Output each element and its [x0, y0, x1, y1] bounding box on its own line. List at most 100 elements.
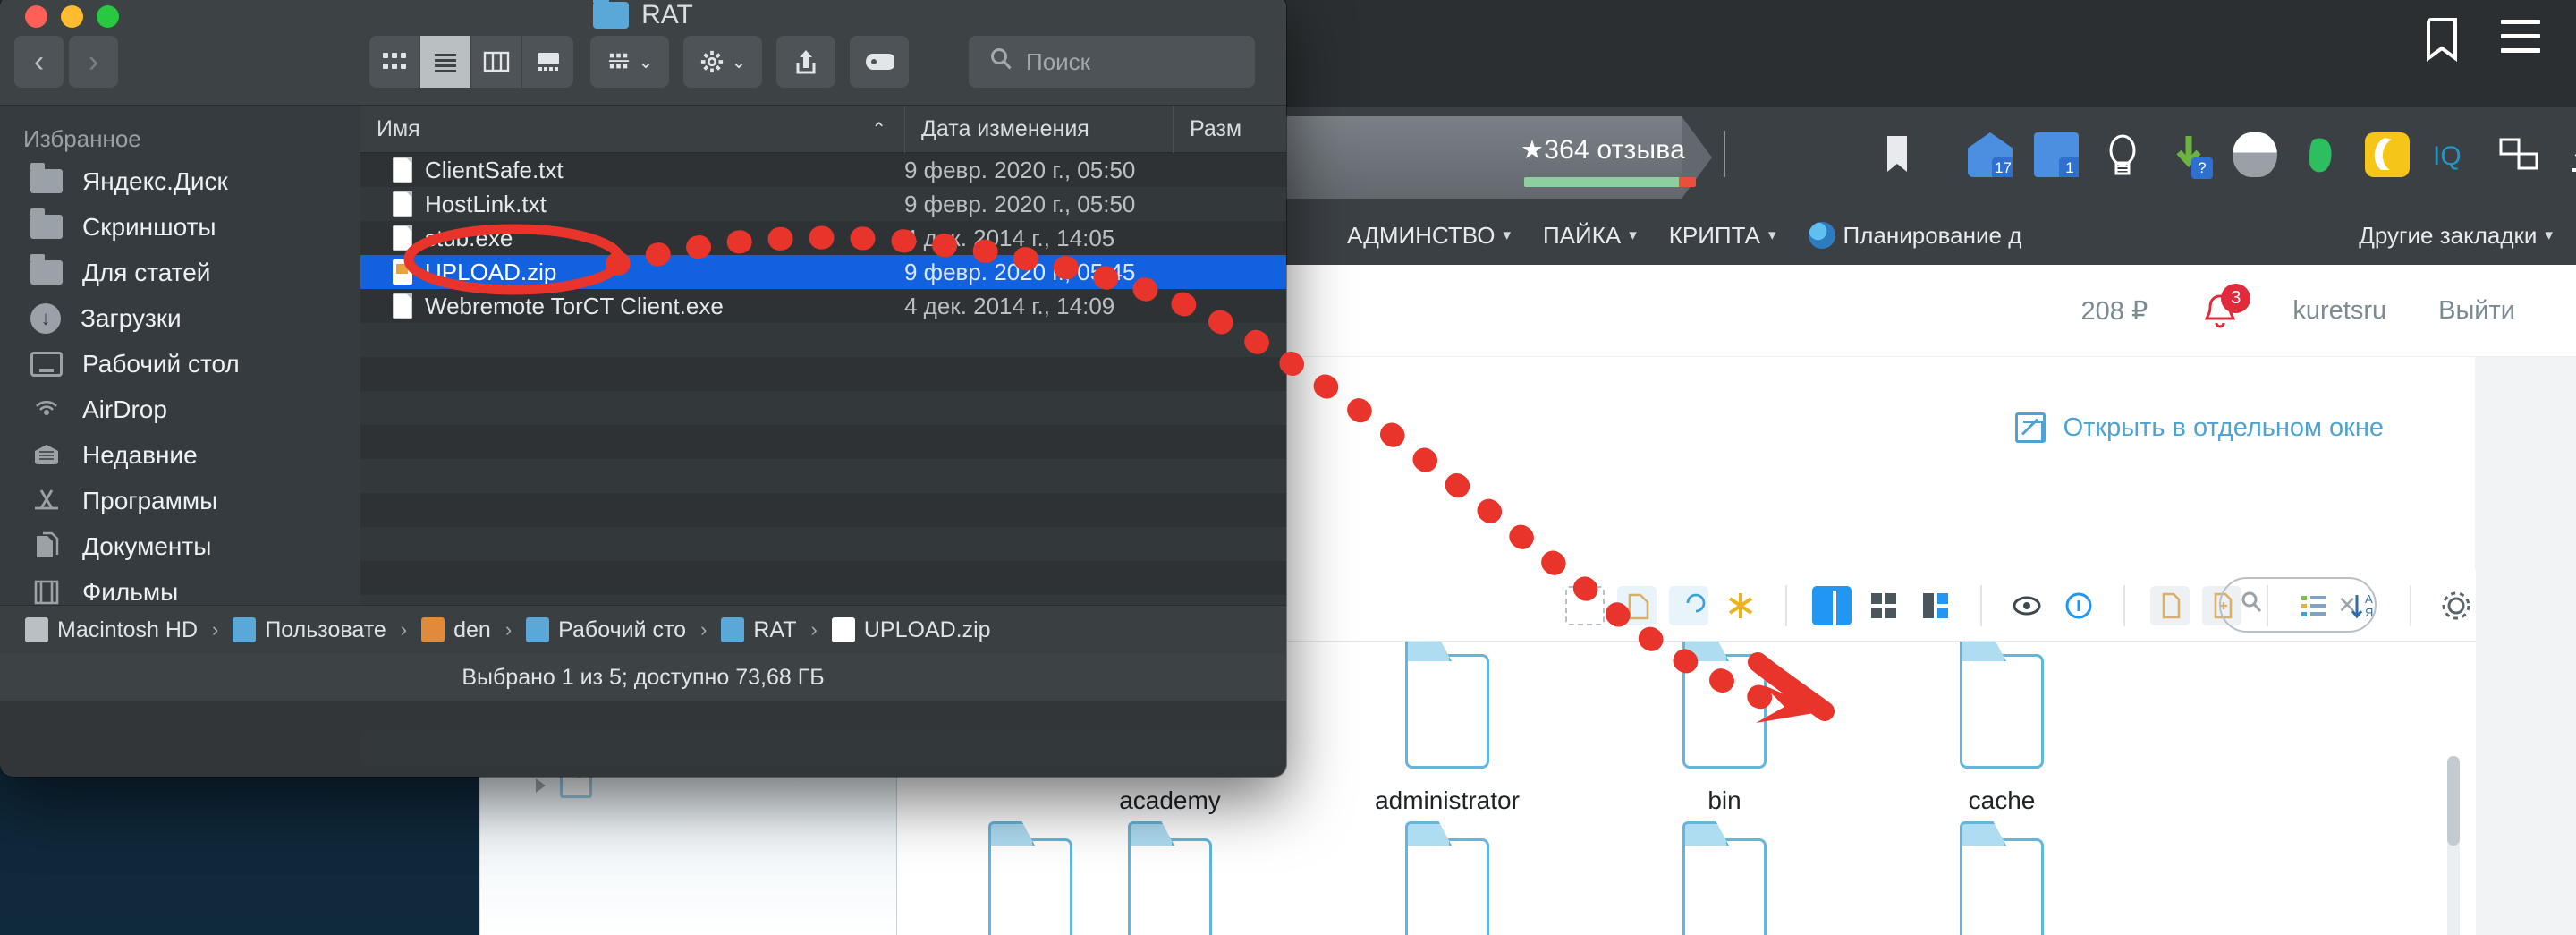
file-manager-scrollbar[interactable]: [2447, 756, 2460, 935]
close-icon[interactable]: ✕: [2337, 591, 2357, 619]
grid-folder-bin[interactable]: bin: [1595, 654, 1854, 815]
sidebar-item-label: Фильмы: [82, 577, 179, 606]
username-label[interactable]: kuretsru: [2292, 296, 2386, 326]
capsule-extension-icon[interactable]: [2233, 132, 2277, 177]
breadcrumb-item-rat[interactable]: RAT: [721, 617, 797, 643]
iq-extension-icon[interactable]: IQ: [2431, 132, 2476, 177]
extension-badge: 17: [1992, 157, 2012, 177]
bookmark-extension-icon[interactable]: 1: [2034, 132, 2079, 177]
bookmark-manager-icon[interactable]: [2423, 16, 2464, 63]
action-gear-button[interactable]: ⌄: [683, 36, 762, 88]
finder-toolbar: ‹ › ⌄ ⌄ Поиск: [0, 29, 1286, 106]
sidebar-item-applications[interactable]: Программы: [0, 478, 360, 523]
sidebar-item-recents[interactable]: Недавние: [0, 432, 360, 478]
navigation-buttons: ‹ ›: [14, 36, 118, 88]
table-row[interactable]: ClientSafe.txt 9 февр. 2020 г., 05:50: [360, 153, 1286, 187]
tags-button[interactable]: [850, 36, 909, 88]
info-icon[interactable]: [2059, 586, 2098, 625]
breadcrumb-item-den[interactable]: den: [421, 617, 491, 643]
bookmark-label: Планирование д: [1843, 221, 2022, 249]
breadcrumb-item-macintosh-hd[interactable]: Macintosh HD: [25, 617, 198, 643]
evernote-extension-icon[interactable]: [2299, 132, 2343, 177]
grid-folder-administrator[interactable]: administrator: [1318, 654, 1577, 815]
bookmark-folder-kripta[interactable]: КРИПТА ▾: [1653, 222, 1792, 250]
text-document-icon: [393, 191, 412, 217]
sidebar-item-documents[interactable]: Документы: [0, 523, 360, 569]
sidebar-item-desktop[interactable]: Рабочий стол: [0, 341, 360, 387]
grid-folder-row2-3[interactable]: [1318, 838, 1577, 935]
column-header-date[interactable]: Дата изменения: [904, 105, 1173, 153]
balance-amount: 208 ₽: [2080, 297, 2148, 326]
messenger-extension-icon[interactable]: 17: [1968, 132, 2012, 177]
grid-view-icon[interactable]: [1864, 586, 1903, 625]
sidebar-item-screenshots[interactable]: Скриншоты: [0, 204, 360, 250]
bookmark-ribbon-icon[interactable]: [1885, 134, 1909, 174]
sidebar-item-for-articles[interactable]: Для статей: [0, 250, 360, 295]
hidden-files-icon[interactable]: [2007, 586, 2046, 625]
undo-icon[interactable]: [1669, 585, 1709, 625]
sidebar-item-downloads[interactable]: ↓ Загрузки: [0, 295, 360, 341]
gallery-view-button[interactable]: [522, 36, 573, 88]
column-view-button[interactable]: [471, 36, 522, 88]
share-button[interactable]: [776, 36, 835, 88]
toolbar-divider: [2410, 584, 2412, 626]
empty-row: [360, 459, 1286, 493]
lightbulb-extension-icon[interactable]: [2100, 132, 2145, 177]
download-helper-extension-icon[interactable]: ?: [2166, 132, 2213, 179]
chevron-right-icon[interactable]: [536, 778, 546, 793]
split-view-icon[interactable]: [1812, 585, 1852, 626]
new-icon[interactable]: [1721, 586, 1760, 625]
list-view-button[interactable]: [420, 36, 471, 88]
chevron-right-icon: ›: [700, 618, 708, 641]
users-folder-icon: [233, 617, 257, 642]
table-row[interactable]: stub.exe 4 дек. 2014 г., 14:05: [360, 221, 1286, 255]
file-date-cell: 4 дек. 2014 г., 14:09: [904, 292, 1115, 319]
airdrop-icon: [30, 395, 63, 425]
bookmark-folder-payka[interactable]: ПАЙКА ▾: [1527, 222, 1653, 250]
grid-folder-row2-2[interactable]: [1040, 838, 1300, 935]
logout-link[interactable]: Выйти: [2438, 296, 2515, 326]
window-title: RAT: [0, 0, 1286, 30]
grid-folder-row2-4[interactable]: [1595, 838, 1854, 935]
breadcrumb-item-users[interactable]: Пользовате: [233, 617, 386, 643]
icon-view-button[interactable]: [369, 36, 420, 88]
bookmark-planirovanie[interactable]: Планирование д: [1792, 222, 2038, 250]
empty-row: [360, 697, 1286, 731]
sidebar-item-yandex-disk[interactable]: Яндекс.Диск: [0, 158, 360, 204]
bell-icon[interactable]: 3: [2199, 283, 2251, 332]
downloads-icon[interactable]: [2563, 132, 2576, 177]
other-bookmarks-button[interactable]: Другие закладки ▾: [2359, 222, 2553, 250]
copy-file-icon[interactable]: [2150, 585, 2190, 625]
finder-search-placeholder: Поиск: [1026, 47, 1091, 75]
hamburger-menu-icon[interactable]: [2501, 20, 2540, 59]
grid-folder-row2-5[interactable]: [1872, 838, 2131, 935]
finder-body: Избранное Яндекс.Диск Скриншоты Для стат…: [0, 105, 1286, 765]
detail-view-icon[interactable]: [1916, 586, 1955, 625]
keeper-extension-icon[interactable]: [2365, 132, 2410, 177]
breadcrumb-item-upload-zip[interactable]: UPLOAD.zip: [831, 617, 991, 643]
table-row[interactable]: Webremote TorCT Client.exe 4 дек. 2014 г…: [360, 289, 1286, 323]
finder-search-field[interactable]: Поиск: [969, 36, 1255, 88]
sidebar-item-airdrop[interactable]: AirDrop: [0, 387, 360, 432]
open-in-separate-window-link[interactable]: Открыть в отдельном окне: [2014, 412, 2384, 443]
sidebar-section-favorites: Избранное: [23, 125, 141, 152]
bookmark-label: ПАЙКА: [1542, 221, 1622, 249]
column-header-size[interactable]: Разм: [1173, 105, 1286, 153]
back-button[interactable]: ‹: [14, 36, 64, 88]
sidebar-item-label: Скриншоты: [82, 212, 216, 241]
copy-icon[interactable]: [1617, 585, 1657, 625]
forward-button[interactable]: ›: [69, 36, 118, 88]
bookmark-folder-adminstvo[interactable]: АДМИНСТВО ▾: [1331, 222, 1527, 250]
screenshot-extension-icon[interactable]: [2497, 132, 2542, 177]
grid-folder-cache[interactable]: cache: [1872, 654, 2131, 815]
column-header-name[interactable]: Имя ⌃: [360, 106, 904, 153]
settings-gear-icon[interactable]: [2436, 586, 2476, 625]
file-manager-search[interactable]: ✕: [2219, 577, 2377, 633]
sidebar-item-label: Документы: [82, 531, 212, 560]
table-row[interactable]: UPLOAD.zip 9 февр. 2020 г., 05:45: [360, 255, 1286, 289]
breadcrumb-item-desktop[interactable]: Рабочий сто: [526, 617, 686, 643]
rename-icon[interactable]: [1565, 585, 1606, 625]
group-by-button[interactable]: ⌄: [590, 36, 669, 88]
file-date-cell: 9 февр. 2020 г., 05:50: [904, 190, 1136, 217]
table-row[interactable]: HostLink.txt 9 февр. 2020 г., 05:50: [360, 187, 1286, 221]
